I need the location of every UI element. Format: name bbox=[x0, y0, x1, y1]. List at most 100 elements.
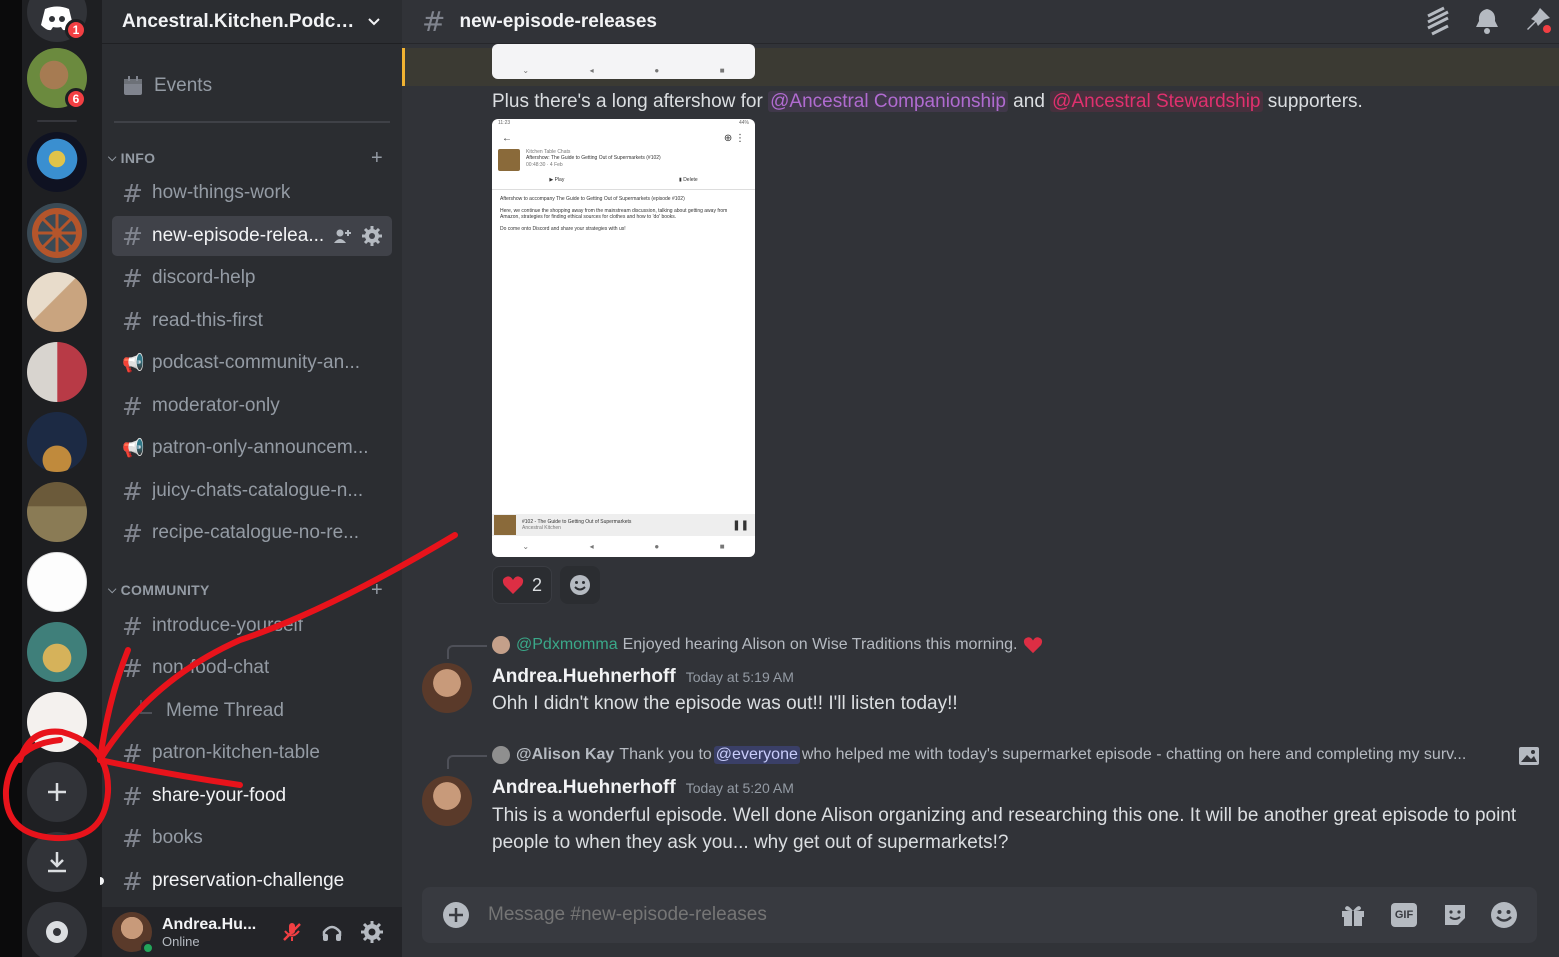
user-info[interactable]: Andrea.Hu... Online bbox=[162, 916, 272, 949]
create-channel-icon[interactable]: + bbox=[371, 579, 383, 602]
user-avatar[interactable] bbox=[112, 912, 155, 955]
hash-icon: # bbox=[122, 306, 143, 336]
create-channel-icon[interactable]: + bbox=[371, 147, 383, 170]
heart-icon bbox=[502, 576, 524, 594]
reaction-count: 2 bbox=[531, 574, 542, 595]
reply-avatar bbox=[492, 746, 510, 764]
message-timestamp: Today at 5:20 AM bbox=[685, 780, 794, 796]
channel-books[interactable]: # books bbox=[112, 818, 392, 858]
reply-user[interactable]: @Alison Kay bbox=[516, 746, 614, 764]
channel-juicy-chats-catalogue[interactable]: # juicy-chats-catalogue-n... bbox=[112, 471, 392, 511]
user-name: Andrea.Hu... bbox=[162, 915, 257, 933]
gif-button[interactable]: GIF bbox=[1391, 903, 1417, 927]
channel-non-food-chat[interactable]: # non-food-chat bbox=[112, 648, 392, 688]
megaphone-icon: 📢 bbox=[122, 437, 145, 459]
pin-icon[interactable] bbox=[1524, 6, 1552, 34]
add-attachment-icon[interactable] bbox=[442, 901, 470, 929]
hash-icon: # bbox=[122, 823, 143, 853]
gear-icon[interactable] bbox=[362, 226, 382, 246]
add-server-button[interactable] bbox=[27, 762, 87, 822]
channel-recipe-catalogue[interactable]: # recipe-catalogue-no-re... bbox=[112, 513, 392, 553]
image-attachment-icon bbox=[1519, 747, 1539, 765]
category-info[interactable]: ⌵ INFO + bbox=[108, 147, 388, 170]
threads-icon[interactable] bbox=[1422, 6, 1452, 36]
channel-patron-only-announcements[interactable]: 📢 patron-only-announcem... bbox=[112, 428, 392, 468]
download-apps-button[interactable] bbox=[27, 832, 87, 892]
channel-preservation-challenge[interactable]: # preservation-challenge bbox=[100, 861, 392, 901]
server-icon-globe[interactable] bbox=[27, 132, 87, 192]
episode-title: Aftershow: The Guide to Getting Out of S… bbox=[526, 155, 661, 161]
events-label: Events bbox=[154, 75, 213, 96]
channel-new-episode-releases[interactable]: # new-episode-relea... bbox=[112, 216, 392, 256]
channel-how-things-work[interactable]: # how-things-work bbox=[112, 173, 392, 213]
delete-label: Delete bbox=[683, 176, 698, 183]
server-icon-mason-jar[interactable] bbox=[27, 552, 87, 612]
server-icon-kitchen[interactable] bbox=[27, 622, 87, 682]
message-text: and bbox=[1007, 91, 1051, 112]
invite-icon[interactable] bbox=[332, 226, 352, 246]
rail-edge bbox=[0, 0, 22, 957]
thread-meme-thread[interactable]: Meme Thread bbox=[112, 691, 392, 731]
android-nav-bar: ⌄ ◂ ● ■ bbox=[492, 537, 755, 557]
channel-discord-help[interactable]: # discord-help bbox=[112, 258, 392, 298]
message-avatar[interactable] bbox=[422, 663, 472, 713]
server-icon-wheel[interactable] bbox=[27, 203, 87, 263]
reaction-heart[interactable]: 2 bbox=[492, 566, 552, 604]
server-name: Ancestral.Kitchen.Podca... bbox=[122, 10, 360, 32]
channel-podcast-community[interactable]: 📢 podcast-community-an... bbox=[112, 343, 392, 383]
message-text: supporters. bbox=[1262, 91, 1363, 112]
attachment-image-phone[interactable]: 11:23 44% ← ⊕ ⋮ Kitchen Table Chats Afters… bbox=[492, 119, 755, 557]
notification-bell-icon[interactable] bbox=[1474, 7, 1500, 35]
attachment-image-top[interactable]: ⌄ ◂ ● ■ bbox=[492, 44, 755, 79]
channel-introduce-yourself[interactable]: # introduce-yourself bbox=[112, 606, 392, 646]
server-icon-jars[interactable] bbox=[27, 342, 87, 402]
nav-back-icon: ◂ bbox=[589, 65, 594, 75]
reply-spine bbox=[447, 645, 487, 659]
mini-player-sub: Ancestral Kitchen bbox=[522, 525, 561, 531]
server-icon-haunted[interactable] bbox=[27, 412, 87, 472]
channel-moderator-only[interactable]: # moderator-only bbox=[112, 386, 392, 426]
channel-share-your-food[interactable]: # share-your-food bbox=[112, 776, 392, 816]
channel-label: new-episode-relea... bbox=[152, 225, 325, 246]
message-header: Andrea.Huehnerhoff Today at 5:19 AM bbox=[492, 666, 794, 688]
message-avatar[interactable] bbox=[422, 776, 472, 826]
desc-paragraph: Aftershow to accompany The Guide to Gett… bbox=[500, 196, 685, 202]
discover-button[interactable] bbox=[27, 902, 87, 957]
message-input[interactable] bbox=[488, 899, 1308, 931]
plus-icon bbox=[48, 783, 66, 801]
server-badge: 6 bbox=[65, 88, 87, 110]
channel-title: new-episode-releases bbox=[459, 10, 657, 32]
reply-user[interactable]: @Pdxmomma bbox=[516, 636, 618, 654]
episode-header: Kitchen Table Chats Aftershow: The Guide… bbox=[492, 148, 755, 171]
server-icon-literary[interactable] bbox=[27, 692, 87, 752]
everyone-mention[interactable]: @everyone bbox=[713, 746, 800, 764]
add-reaction-button[interactable] bbox=[560, 566, 600, 604]
phone-time: 11:23 bbox=[498, 120, 511, 126]
rail-separator bbox=[37, 120, 77, 122]
category-community[interactable]: ⌵ COMMUNITY + bbox=[108, 579, 388, 602]
message-author[interactable]: Andrea.Huehnerhoff bbox=[492, 666, 676, 688]
sticker-icon[interactable] bbox=[1442, 902, 1468, 928]
server-icon-book[interactable] bbox=[27, 272, 87, 332]
emoji-icon[interactable] bbox=[1490, 901, 1518, 929]
message-author[interactable]: Andrea.Huehnerhoff bbox=[492, 777, 676, 799]
download-icon bbox=[48, 852, 66, 873]
channel-read-this-first[interactable]: # read-this-first bbox=[112, 301, 392, 341]
server-icon-painting[interactable] bbox=[27, 482, 87, 542]
reply-reference[interactable]: @Pdxmomma Enjoyed hearing Alison on Wise… bbox=[492, 636, 1043, 654]
message-text-line: This is a wonderful episode. Well done A… bbox=[492, 805, 1517, 826]
channel-label: patron-kitchen-table bbox=[152, 742, 320, 763]
reply-reference[interactable]: @Alison Kay Thank you to @everyone who h… bbox=[492, 746, 1466, 764]
channel-patron-kitchen-table[interactable]: # patron-kitchen-table bbox=[112, 733, 392, 773]
gear-icon[interactable] bbox=[360, 920, 384, 944]
server-header[interactable]: Ancestral.Kitchen.Podca... bbox=[102, 0, 402, 44]
headphones-icon[interactable] bbox=[320, 920, 344, 944]
role-mention-stewardship[interactable]: @Ancestral Stewardship bbox=[1050, 91, 1263, 112]
calendar-icon bbox=[124, 76, 142, 95]
role-mention-companionship[interactable]: @Ancestral Companionship bbox=[768, 91, 1008, 112]
gift-icon[interactable] bbox=[1340, 902, 1366, 928]
message-header: Andrea.Huehnerhoff Today at 5:20 AM bbox=[492, 777, 794, 799]
mute-microphone-icon[interactable] bbox=[280, 920, 304, 944]
events-item[interactable]: Events bbox=[112, 66, 392, 106]
globe-more-icon: ⊕ ⋮ bbox=[723, 132, 745, 144]
